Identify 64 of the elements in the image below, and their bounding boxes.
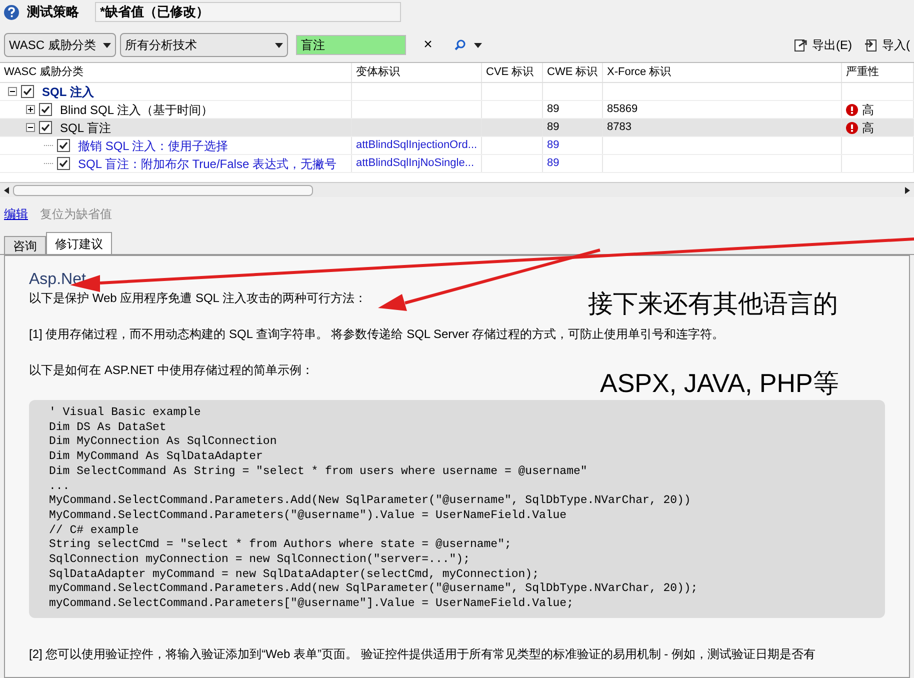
table-cell-text: 高	[862, 120, 874, 136]
tree-item-label: SQL 盲注	[60, 120, 111, 136]
checkbox[interactable]	[39, 121, 52, 134]
tab[interactable]: 咨询	[4, 236, 46, 254]
filter-field[interactable]: 盲注	[296, 35, 406, 55]
advice-paragraph: [2] 您可以使用验证控件，将输入验证添加到“Web 表单”页面。 验证控件提供适用于所有常见类型的标准验证的易用机制 - 例如，测试验证日期是否有	[29, 646, 816, 662]
table-cell-text: 89	[547, 102, 560, 118]
checkbox[interactable]	[39, 103, 52, 116]
table-cell-text: attBlindSqlInjNoSingle...	[356, 156, 474, 172]
collapse-icon[interactable]	[8, 87, 17, 96]
export-icon	[794, 38, 808, 52]
checkbox[interactable]	[57, 139, 70, 152]
column-header[interactable]: CVE 标识	[486, 64, 534, 81]
advice-paragraph: 以下是如何在 ASP.NET 中使用存储过程的简单示例：	[29, 362, 314, 378]
alert-icon	[846, 104, 858, 116]
tree-item-label: Blind SQL 注入（基于时间）	[60, 102, 213, 118]
table-cell-text: 89	[547, 156, 560, 172]
annotation-text: 接下来还有其他语言的	[588, 289, 838, 320]
horizontal-scrollbar[interactable]	[0, 182, 914, 197]
export-button[interactable]: 导出(E)	[794, 36, 852, 54]
column-header[interactable]: 变体标识	[356, 64, 400, 81]
table-cell-text: 高	[862, 102, 874, 118]
table-cell-text: 89	[547, 138, 560, 154]
header-title: 测试策略	[27, 3, 80, 22]
table-row[interactable]: SQL 注入	[0, 83, 914, 101]
search-icon[interactable]	[454, 39, 466, 51]
table-cell-text: attBlindSqlInjectionOrd...	[356, 138, 478, 154]
alert-icon	[846, 122, 858, 134]
code-block: ' Visual Basic example Dim DS As DataSet Dim MyConnection As SqlConnection Dim MyCommand As SqlDataAdapter Dim SelectCommand As String = "select * from users where username = @username" ... MyCommand.SelectCommand.Parameters.Add(New SqlParameter("@username", SqlDbType.NVarChar, 20)) MyCommand.SelectCommand.Parameters("@username").Value = UserNameField.Value // C# example String selectCmd = "select * from Authors where state = @username"; SqlConnection myConnection = new SqlConnection("server=..."); SqlDataAdapter myCommand = new SqlDataAdapter(selectCmd, myConnection); myCommand.SelectCommand.Parameters.Add(new SqlParameter("@username", SqlDbType.NVarChar, 20)); myCommand.SelectCommand.Parameters["@username"].Value = UserNameField.Value;	[29, 400, 885, 618]
tree-item-label: SQL 盲注：附加布尔 True/False 表达式，无撇号	[78, 156, 336, 172]
caret-icon	[474, 42, 482, 48]
tree-item-label: SQL 注入	[42, 84, 94, 100]
collapse-icon[interactable]	[26, 123, 35, 132]
advice-paragraph: 以下是保护 Web 应用程序免遭 SQL 注入攻击的两种可行方法：	[29, 290, 366, 306]
checkbox[interactable]	[21, 85, 34, 98]
table-row[interactable]: Blind SQL 注入（基于时间） 89 85869 高	[0, 101, 914, 119]
import-icon	[864, 38, 878, 52]
table-cell-text: 85869	[607, 102, 638, 118]
tab[interactable]: 修订建议	[46, 232, 112, 254]
caret-icon	[103, 42, 111, 48]
checkbox[interactable]	[57, 157, 70, 170]
edit-link[interactable]: 编辑	[4, 205, 28, 223]
table-cell-text: 8783	[607, 120, 632, 136]
policy-field: *缺省值（已修改）	[95, 2, 401, 22]
scroll-left-icon[interactable]	[4, 186, 9, 194]
group-dropdown[interactable]: WASC 威胁分类	[4, 33, 116, 57]
help-icon[interactable]	[4, 4, 19, 20]
table-row[interactable]: 撤销 SQL 注入：使用子选择 attBlindSqlInjectionOrd... 89	[0, 137, 914, 155]
clear-button[interactable]: ×	[418, 34, 438, 56]
import-button[interactable]: 导入(	[864, 36, 910, 54]
table-cell-text: 89	[547, 120, 560, 136]
tree-item-label: 撤销 SQL 注入：使用子选择	[78, 138, 228, 154]
column-header[interactable]: 严重性	[846, 64, 879, 81]
column-header[interactable]: X-Force 标识	[607, 64, 672, 81]
scroll-right-icon[interactable]	[905, 186, 910, 194]
column-header[interactable]: WASC 威胁分类	[4, 64, 84, 81]
table-row[interactable]: SQL 盲注 89 8783 高	[0, 119, 914, 137]
table-row[interactable]: SQL 盲注：附加布尔 True/False 表达式，无撇号 attBlindSqlInjNoSingle... 89	[0, 155, 914, 173]
caret-icon	[275, 42, 283, 48]
annotation-text: ASPX, JAVA, PHP等	[600, 367, 839, 400]
advice-paragraph: [1] 使用存储过程，而不用动态构建的 SQL 查询字符串。 将参数传递给 SQL Server 存储过程的方式，可防止使用单引号和连字符。	[29, 326, 724, 342]
expand-icon[interactable]	[26, 105, 35, 114]
column-header[interactable]: CWE 标识	[547, 64, 598, 81]
technique-dropdown[interactable]: 所有分析技术	[120, 33, 288, 57]
